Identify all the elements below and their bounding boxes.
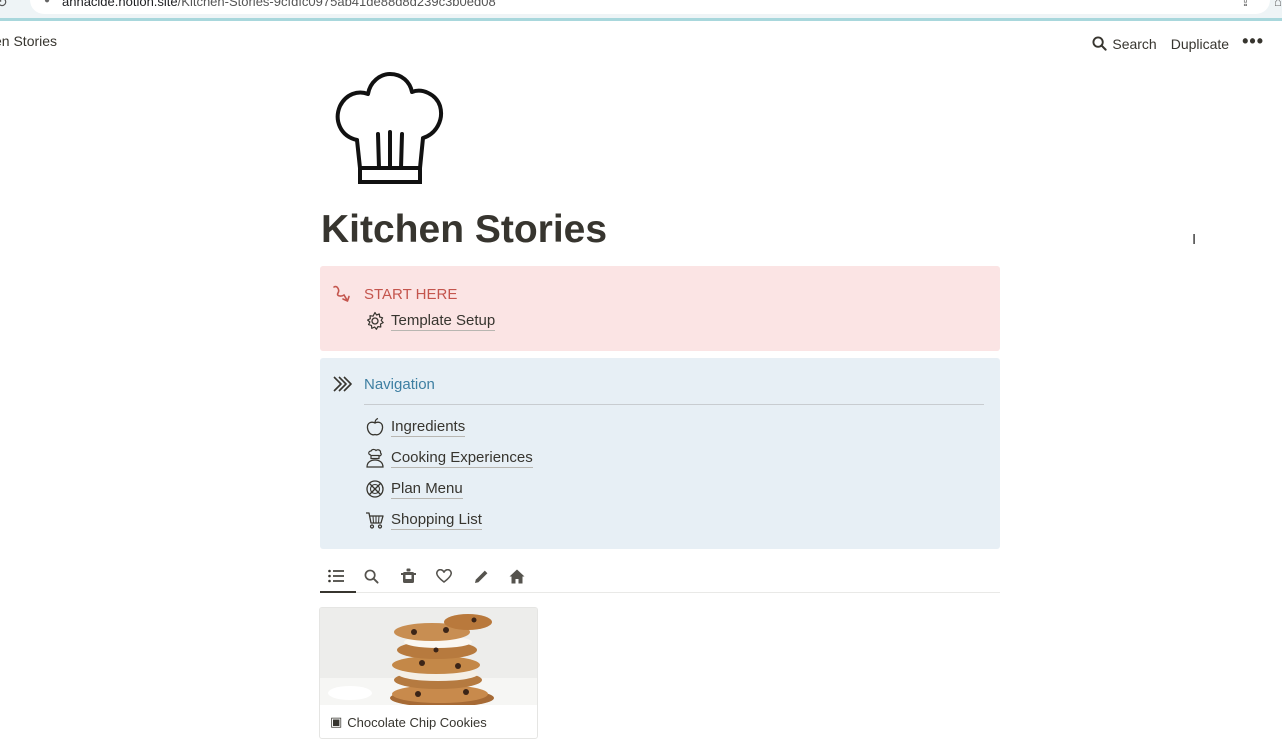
recipe-card-title-text: Chocolate Chip Cookies [347, 714, 487, 730]
double-chevron-icon [333, 376, 352, 392]
start-here-heading: START HERE [332, 284, 457, 304]
template-setup-label: Template Setup [391, 311, 496, 331]
nav-link-shopping-list[interactable]: Shopping List [365, 510, 482, 530]
start-here-callout: START HERE Template Setup [320, 266, 1000, 351]
list-icon [328, 569, 344, 583]
notion-topbar: en Stories Search Duplicate ••• [0, 21, 1282, 63]
plate-icon [366, 480, 384, 498]
tab-favorites-view[interactable] [433, 565, 455, 587]
tab-edit-view[interactable] [470, 565, 492, 587]
cooking-experiences-label: Cooking Experiences [391, 448, 533, 468]
text-cursor-icon: I [1192, 231, 1197, 248]
view-tabs [320, 560, 1000, 593]
apple-icon [366, 417, 384, 436]
tab-pot-view[interactable] [397, 565, 419, 587]
url-text[interactable]: annacide.notion.site/Kitchen-Stories-9cf… [62, 0, 496, 9]
tab-search-view[interactable] [360, 565, 382, 587]
search-label: Search [1112, 35, 1157, 52]
extension-icon[interactable]: ⌂ [1274, 0, 1282, 9]
plan-menu-label: Plan Menu [391, 479, 463, 499]
start-here-text: START HERE [364, 285, 458, 303]
navigation-heading: Navigation [332, 375, 435, 393]
tab-home-view[interactable] [506, 565, 528, 587]
chef-hat-icon[interactable] [330, 68, 450, 188]
home-icon [509, 569, 525, 583]
navigation-text: Navigation [364, 375, 435, 393]
more-options-button[interactable]: ••• [1236, 31, 1270, 56]
share-icon[interactable]: ⇪ [1240, 0, 1251, 10]
nav-link-ingredients[interactable]: Ingredients [365, 417, 466, 437]
reload-icon[interactable]: ↻ [0, 0, 8, 11]
curved-arrow-icon [333, 285, 350, 302]
tab-active-indicator [320, 591, 356, 593]
url-host: annacide.notion.site [62, 0, 178, 9]
url-path: /Kitchen-Stories-9cfdfc0975ab41de88d8d23… [177, 0, 496, 9]
top-actions: Search Duplicate ••• [1085, 31, 1270, 56]
nav-link-cooking-experiences[interactable]: Cooking Experiences [365, 448, 533, 468]
recipe-card[interactable]: ▣ Chocolate Chip Cookies [319, 607, 538, 739]
chef-icon [366, 448, 384, 468]
recipe-card-icon: ▣ [330, 714, 343, 729]
page-title: Kitchen Stories [321, 208, 608, 251]
browser-address-bar: ↻ ● annacide.notion.site/Kitchen-Stories… [0, 0, 1282, 21]
lock-icon[interactable]: ● [44, 0, 50, 6]
template-setup-link[interactable]: Template Setup [365, 311, 496, 331]
search-icon [1092, 36, 1107, 51]
navigation-divider [364, 404, 984, 405]
duplicate-button[interactable]: Duplicate [1164, 34, 1236, 54]
gear-icon [367, 311, 384, 330]
pencil-icon [474, 570, 487, 583]
pot-icon [400, 568, 416, 583]
tab-list-view[interactable] [325, 565, 347, 587]
cart-icon [366, 512, 384, 529]
heart-icon [436, 569, 452, 583]
nav-link-plan-menu[interactable]: Plan Menu [365, 479, 463, 499]
tabs-divider [320, 592, 1000, 593]
cookies-photo [320, 608, 537, 705]
navigation-callout: Navigation Ingredients Cooking Experienc… [320, 358, 1000, 549]
shopping-list-label: Shopping List [391, 510, 482, 530]
duplicate-label: Duplicate [1170, 35, 1230, 52]
search-icon [364, 569, 379, 584]
ingredients-label: Ingredients [391, 417, 466, 437]
recipe-card-title: ▣ Chocolate Chip Cookies [330, 714, 487, 730]
search-button[interactable]: Search [1085, 34, 1163, 54]
breadcrumb[interactable]: en Stories [0, 33, 57, 49]
